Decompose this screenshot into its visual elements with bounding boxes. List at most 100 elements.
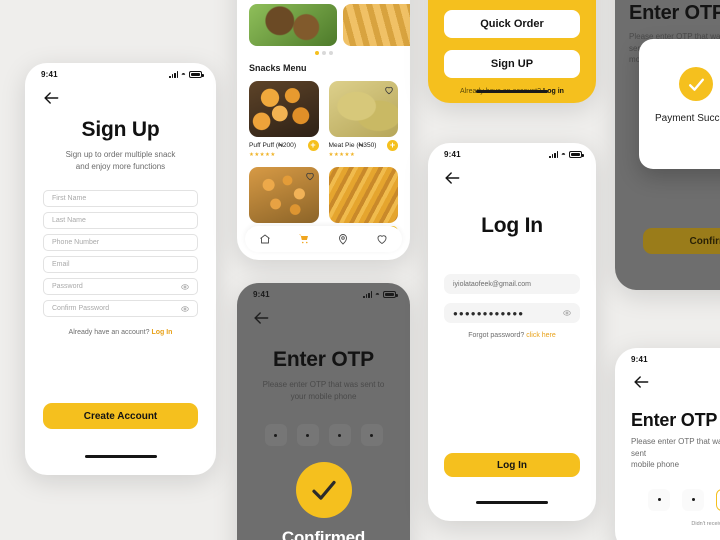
product-card[interactable]: Puff Puff (₦200) + ★★★★★ bbox=[249, 81, 319, 158]
success-check-icon bbox=[295, 462, 352, 519]
tab-cart[interactable] bbox=[298, 233, 310, 245]
create-account-button[interactable]: Create Account bbox=[43, 403, 198, 429]
screenshot-canvas: 9:41 ◓ Sign Up Sign up to order multiple… bbox=[0, 0, 720, 540]
tab-home[interactable] bbox=[259, 233, 271, 245]
quick-order-button[interactable]: Quick Order bbox=[444, 10, 580, 38]
carousel-image[interactable] bbox=[249, 4, 337, 46]
phone-number-input[interactable]: Phone Number bbox=[43, 234, 198, 252]
forgot-password-text: Forgot password? bbox=[468, 332, 525, 339]
otp-subtitle-line1: Please enter OTP that was sent to bbox=[262, 380, 385, 389]
have-account-text: Already have an account? bbox=[68, 329, 150, 337]
forgot-password-row: Forgot password? click here bbox=[428, 332, 596, 339]
wifi-icon: ◓ bbox=[560, 149, 566, 159]
forgot-password-link[interactable]: click here bbox=[526, 332, 556, 339]
wifi-icon: ◓ bbox=[374, 289, 380, 299]
email-input[interactable]: Email bbox=[43, 256, 198, 274]
page-title: Sign Up bbox=[81, 118, 160, 141]
signup-screen: 9:41 ◓ Sign Up Sign up to order multiple… bbox=[25, 63, 216, 475]
status-time: 9:41 bbox=[631, 355, 648, 364]
section-title: Snacks Menu bbox=[249, 63, 307, 73]
success-check-icon bbox=[679, 67, 713, 101]
login-button[interactable]: Log In bbox=[444, 453, 580, 477]
add-to-cart-button[interactable]: + bbox=[307, 140, 319, 151]
carousel-dot-2[interactable] bbox=[321, 51, 326, 55]
email-placeholder: Email bbox=[52, 261, 70, 269]
signal-icon bbox=[708, 356, 717, 363]
eye-icon[interactable] bbox=[181, 305, 189, 313]
otp-box-2[interactable] bbox=[296, 424, 319, 447]
back-button[interactable] bbox=[631, 372, 651, 392]
signal-icon bbox=[169, 71, 178, 78]
otp-subtitle-line2: mobile phone bbox=[631, 460, 680, 470]
otp-box-1[interactable] bbox=[264, 424, 287, 447]
sign-up-button[interactable]: Sign UP bbox=[444, 50, 580, 78]
welcome-screen: Quick Order Sign UP Already have an acco… bbox=[428, 0, 596, 103]
heart-icon[interactable] bbox=[305, 171, 315, 181]
home-indicator bbox=[476, 90, 548, 93]
otp-subtitle-line1: Please enter OTP that was sent bbox=[631, 437, 720, 458]
login-screen: 9:41 ◓ Log In iyiolataofeek@gmail.com ●●… bbox=[428, 143, 596, 521]
tab-favorites[interactable] bbox=[376, 233, 388, 245]
password-value: ●●●●●●●●●●●● bbox=[453, 308, 525, 318]
signal-icon bbox=[549, 151, 558, 158]
eye-icon[interactable] bbox=[563, 309, 571, 317]
phone-number-placeholder: Phone Number bbox=[52, 239, 100, 247]
otp-input-row[interactable] bbox=[237, 424, 410, 447]
otp-entry-screen: 9:41 ◓ Enter OTP Please enter OTP that w… bbox=[615, 348, 720, 540]
otp-payment-success-screen: Enter OTP Please enter OTP that was sent… bbox=[615, 0, 720, 290]
page-title: Enter OTP bbox=[631, 410, 718, 430]
back-button[interactable] bbox=[442, 168, 462, 188]
otp-input-row[interactable]: 7 bbox=[615, 471, 720, 511]
heart-icon[interactable] bbox=[384, 85, 394, 95]
password-input[interactable]: Password bbox=[43, 278, 198, 296]
password-placeholder: Password bbox=[52, 283, 83, 291]
last-name-input[interactable]: Last Name bbox=[43, 212, 198, 230]
status-time: 9:41 bbox=[253, 290, 270, 299]
payment-success-modal: Payment Succe bbox=[639, 39, 720, 169]
battery-icon bbox=[189, 71, 204, 78]
eye-icon[interactable] bbox=[181, 283, 189, 291]
page-title: Log In bbox=[481, 214, 543, 237]
first-name-input[interactable]: First Name bbox=[43, 190, 198, 208]
page-title: Enter OTP bbox=[273, 348, 374, 371]
status-bar: 9:41 ◓ bbox=[428, 143, 596, 159]
back-button[interactable] bbox=[41, 88, 61, 108]
home-indicator bbox=[476, 501, 548, 504]
product-image bbox=[249, 167, 319, 223]
status-bar: 9:41 ◓ bbox=[237, 283, 410, 299]
product-card[interactable]: Meat Pie (₦350) + ★★★★★ bbox=[328, 81, 398, 158]
email-field[interactable]: iyiolataofeek@gmail.com bbox=[444, 274, 580, 294]
last-name-placeholder: Last Name bbox=[52, 217, 86, 225]
product-image bbox=[328, 81, 398, 137]
carousel-dot-1[interactable] bbox=[314, 51, 319, 55]
rating-stars: ★★★★★ bbox=[249, 152, 276, 158]
confirmed-label: Confirmed bbox=[281, 528, 366, 540]
page-title: Enter OTP bbox=[629, 2, 720, 24]
otp-box-4[interactable] bbox=[360, 424, 383, 447]
otp-box-3[interactable] bbox=[328, 424, 351, 447]
confirm-otp-button[interactable]: Confirm O bbox=[643, 228, 720, 254]
status-time: 9:41 bbox=[444, 150, 461, 159]
promo-carousel[interactable] bbox=[249, 4, 410, 46]
home-indicator bbox=[84, 455, 157, 458]
otp-box-1[interactable] bbox=[648, 488, 670, 511]
tab-location[interactable] bbox=[337, 233, 349, 245]
payment-success-label: Payment Succe bbox=[655, 113, 720, 124]
login-link[interactable]: Log In bbox=[151, 329, 172, 336]
add-to-cart-button[interactable]: + bbox=[387, 140, 398, 151]
product-image bbox=[328, 167, 398, 223]
carousel-dot-3[interactable] bbox=[328, 51, 333, 55]
confirm-password-input[interactable]: Confirm Password bbox=[43, 300, 198, 318]
password-field[interactable]: ●●●●●●●●●●●● bbox=[444, 303, 580, 323]
product-image bbox=[249, 81, 319, 137]
otp-box-3[interactable]: 7 bbox=[716, 488, 720, 511]
otp-box-2[interactable] bbox=[682, 488, 704, 511]
email-value: iyiolataofeek@gmail.com bbox=[453, 280, 531, 288]
otp-subtitle-line2: your mobile phone bbox=[290, 391, 357, 401]
signup-subtitle-line1: Sign up to order multiple snack bbox=[65, 150, 176, 159]
bottom-tab-bar[interactable] bbox=[245, 226, 402, 252]
carousel-image[interactable] bbox=[343, 4, 410, 46]
product-name: Meat Pie (₦350) bbox=[328, 142, 377, 149]
back-button[interactable] bbox=[251, 308, 271, 328]
snacks-menu-screen: Snacks Menu Puff Puff (₦200) + ★★★★★ Mea… bbox=[237, 0, 410, 260]
